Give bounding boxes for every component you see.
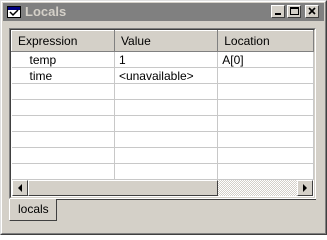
table-row[interactable] — [11, 83, 314, 100]
arrow-right-icon — [303, 184, 307, 192]
table-row[interactable]: time <unavailable> — [11, 67, 314, 84]
scrollbar-thumb[interactable] — [28, 180, 218, 196]
header-row: Expression Value Location — [11, 30, 314, 52]
cell-location[interactable]: A[0] — [217, 51, 314, 68]
column-header-expression[interactable]: Expression — [11, 30, 115, 52]
locals-table: Expression Value Location temp 1 A[0] ti… — [11, 30, 314, 180]
tab-strip: locals — [9, 199, 316, 229]
locals-window: Locals Expression Value Location temp 1 … — [0, 0, 327, 235]
scroll-right-button[interactable] — [297, 180, 313, 196]
table-row[interactable] — [11, 147, 314, 164]
table-row[interactable]: temp 1 A[0] — [11, 51, 314, 68]
cell-value[interactable]: <unavailable> — [114, 67, 219, 84]
table-row[interactable] — [11, 131, 314, 148]
close-icon — [308, 7, 316, 15]
table-row[interactable] — [11, 99, 314, 116]
scrollbar-track[interactable] — [28, 180, 297, 196]
minimize-icon — [275, 13, 281, 15]
cell-expression[interactable]: temp — [11, 51, 115, 68]
column-header-location[interactable]: Location — [217, 30, 314, 52]
table-row[interactable] — [11, 163, 314, 180]
close-button[interactable] — [305, 5, 319, 18]
horizontal-scrollbar[interactable] — [12, 180, 313, 196]
column-header-value[interactable]: Value — [113, 30, 219, 52]
window-title: Locals — [25, 4, 67, 19]
cell-location[interactable] — [217, 67, 314, 84]
scroll-left-button[interactable] — [12, 180, 28, 196]
tab-locals[interactable]: locals — [9, 199, 57, 221]
arrow-left-icon — [18, 184, 22, 192]
tab-strip-divider — [57, 199, 316, 200]
cell-expression[interactable]: time — [11, 67, 115, 84]
locals-list-view[interactable]: Expression Value Location temp 1 A[0] ti… — [9, 28, 316, 199]
title-bar[interactable]: Locals — [3, 3, 324, 21]
maximize-icon — [290, 7, 299, 15]
locals-window-icon — [7, 6, 21, 18]
maximize-button[interactable] — [287, 5, 301, 18]
cell-value[interactable]: 1 — [114, 51, 219, 68]
table-row[interactable] — [11, 115, 314, 132]
minimize-button[interactable] — [271, 5, 285, 18]
